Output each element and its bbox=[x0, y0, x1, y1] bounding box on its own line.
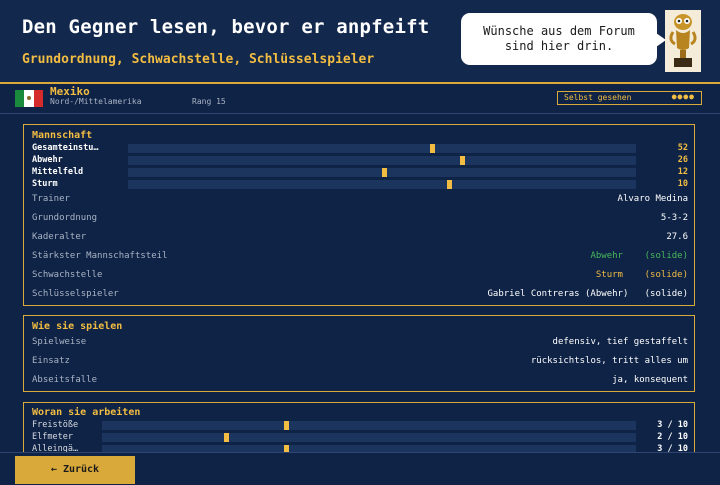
info-value: Gabriel Contreras (Abwehr) bbox=[487, 289, 629, 299]
stat-label: Sturm bbox=[32, 179, 58, 189]
stat-bar-row: Gesamteinstu… 52 bbox=[32, 143, 688, 154]
page-title: Den Gegner lesen, bevor er anpfeift bbox=[22, 16, 430, 38]
info-note: (solide) bbox=[644, 270, 688, 280]
training-marker bbox=[284, 445, 289, 452]
stat-track bbox=[128, 180, 636, 189]
info-label: Kaderalter bbox=[32, 232, 87, 242]
info-label: Schlüsselspieler bbox=[32, 289, 119, 299]
panel-title-arbeiten: Woran sie arbeiten bbox=[32, 407, 141, 418]
panel-wie-sie-spielen: Wie sie spielen Spielweise defensiv, tie… bbox=[23, 315, 695, 392]
header: Den Gegner lesen, bevor er anpfeift Grun… bbox=[0, 0, 720, 84]
team-region: Nord-/Mittelamerika bbox=[50, 97, 142, 106]
team-rank: Rang 15 bbox=[192, 97, 226, 106]
stat-value: 26 bbox=[677, 155, 688, 165]
panel-title-mannschaft: Mannschaft bbox=[32, 130, 93, 141]
training-track bbox=[102, 445, 636, 452]
info-value: 5-3-2 bbox=[660, 213, 688, 223]
info-value: defensiv, tief gestaffelt bbox=[552, 337, 688, 347]
stat-label: Gesamteinstu… bbox=[32, 143, 99, 153]
seen-self-toggle[interactable]: Selbst gesehen ●●●● bbox=[557, 91, 702, 105]
info-row-commitment: Einsatz rücksichtslos, tritt alles um bbox=[32, 356, 688, 368]
info-note: (solide) bbox=[644, 251, 688, 261]
stat-marker bbox=[460, 156, 465, 165]
info-value: ja, konsequent bbox=[612, 375, 688, 385]
stat-bar-row: Abwehr 26 bbox=[32, 155, 688, 166]
info-value-group: Gabriel Contreras (Abwehr) (solide) bbox=[487, 289, 688, 299]
info-note: (solide) bbox=[644, 289, 688, 299]
stat-bar-row: Mittelfeld 12 bbox=[32, 167, 688, 178]
info-row-strongest: Stärkster Mannschaftsteil Abwehr (solide… bbox=[32, 251, 688, 263]
info-row-trainer: Trainer Alvaro Medina bbox=[32, 194, 688, 206]
bubble-line-2: sind hier drin. bbox=[504, 39, 614, 53]
stat-value: 10 bbox=[677, 179, 688, 189]
stat-label: Mittelfeld bbox=[32, 167, 84, 177]
info-row-formation: Grundordnung 5-3-2 bbox=[32, 213, 688, 225]
training-value: 3 / 10 bbox=[657, 444, 688, 452]
stat-track bbox=[128, 156, 636, 165]
stat-bar-row: Sturm 10 bbox=[32, 179, 688, 190]
info-label: Einsatz bbox=[32, 356, 70, 366]
team-bar: Mexiko Nord-/Mittelamerika Rang 15 Selbs… bbox=[0, 84, 720, 114]
info-label: Schwachstelle bbox=[32, 270, 103, 280]
bubble-line-1: Wünsche aus dem Forum bbox=[483, 24, 635, 38]
scroll-content[interactable]: Mannschaft Gesamteinstu… 52 Abwehr 26 Mi… bbox=[0, 115, 720, 452]
stat-track bbox=[128, 168, 636, 177]
training-bar-row: Elfmeter 2 / 10 bbox=[32, 432, 688, 443]
info-value: Alvaro Medina bbox=[617, 194, 688, 204]
speech-bubble: Wünsche aus dem Forum sind hier drin. bbox=[461, 13, 666, 65]
stat-value: 52 bbox=[677, 143, 688, 153]
info-value: Sturm bbox=[595, 270, 623, 280]
panel-woran-sie-arbeiten: Woran sie arbeiten Freistöße 3 / 10 Elfm… bbox=[23, 402, 695, 452]
training-track bbox=[102, 433, 636, 442]
info-value-group: Abwehr (solide) bbox=[590, 251, 688, 261]
info-value-group: Sturm (solide) bbox=[596, 270, 688, 280]
mascot-trophy-icon bbox=[665, 10, 701, 72]
stat-marker bbox=[430, 144, 435, 153]
mexico-flag-icon bbox=[15, 90, 43, 107]
info-value: Abwehr bbox=[590, 251, 623, 261]
stat-track bbox=[128, 144, 636, 153]
stat-label: Abwehr bbox=[32, 155, 63, 165]
info-label: Spielweise bbox=[32, 337, 87, 347]
info-label: Abseitsfalle bbox=[32, 375, 98, 385]
panel-mannschaft: Mannschaft Gesamteinstu… 52 Abwehr 26 Mi… bbox=[23, 124, 695, 306]
info-label: Grundordnung bbox=[32, 213, 98, 223]
training-value: 2 / 10 bbox=[657, 432, 688, 442]
stat-marker bbox=[447, 180, 452, 189]
info-row-squad-age: Kaderalter 27.6 bbox=[32, 232, 688, 244]
panel-title-spielen: Wie sie spielen bbox=[32, 321, 123, 332]
training-bar-row: Freistöße 3 / 10 bbox=[32, 420, 688, 431]
info-label: Stärkster Mannschaftsteil bbox=[32, 251, 168, 261]
training-marker bbox=[284, 421, 289, 430]
footer: ← Zurück bbox=[0, 452, 720, 485]
stat-value: 12 bbox=[677, 167, 688, 177]
training-bar-row: Alleingä… 3 / 10 bbox=[32, 444, 688, 452]
seen-self-label: Selbst gesehen bbox=[564, 93, 632, 102]
info-label: Trainer bbox=[32, 194, 70, 204]
stat-marker bbox=[382, 168, 387, 177]
info-row-offside-trap: Abseitsfalle ja, konsequent bbox=[32, 375, 688, 387]
training-marker bbox=[224, 433, 229, 442]
back-button[interactable]: ← Zurück bbox=[15, 456, 135, 484]
page-subtitle: Grundordnung, Schwachstelle, Schlüsselsp… bbox=[22, 52, 375, 67]
training-track bbox=[102, 421, 636, 430]
seen-rating-dots: ●●●● bbox=[671, 92, 695, 101]
info-value: 27.6 bbox=[666, 232, 688, 242]
info-row-key-player: Schlüsselspieler Gabriel Contreras (Abwe… bbox=[32, 289, 688, 301]
flag-stripe-red bbox=[33, 90, 43, 107]
info-row-playstyle: Spielweise defensiv, tief gestaffelt bbox=[32, 337, 688, 349]
flag-stripe-white bbox=[24, 90, 34, 107]
training-value: 3 / 10 bbox=[657, 420, 688, 430]
info-row-weakness: Schwachstelle Sturm (solide) bbox=[32, 270, 688, 282]
info-value: rücksichtslos, tritt alles um bbox=[530, 356, 688, 366]
flag-stripe-green bbox=[15, 90, 25, 107]
